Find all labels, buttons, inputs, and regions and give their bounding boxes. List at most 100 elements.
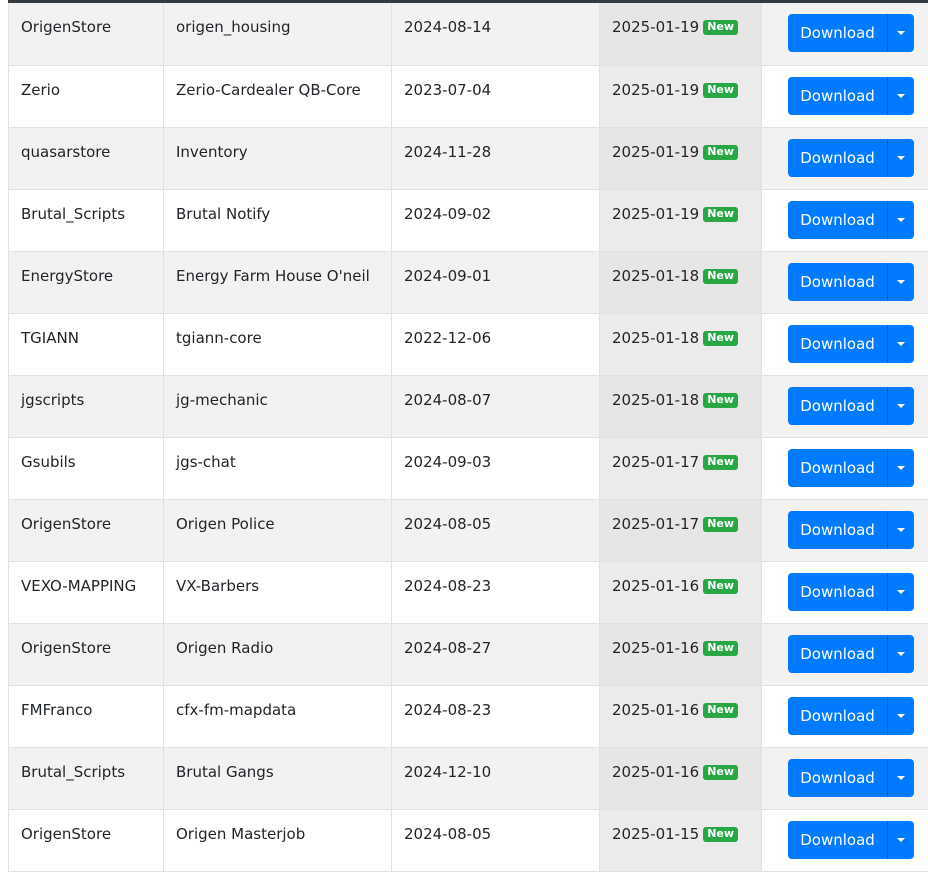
download-dropdown-toggle[interactable] — [887, 324, 914, 363]
script-name: origen_housing — [176, 18, 291, 36]
download-button[interactable]: Download — [788, 572, 887, 611]
scripts-table-container: OrigenStore origen_housing 2024-08-14 20… — [8, 0, 928, 872]
new-badge: New — [703, 764, 739, 780]
created-date: 2024-08-23 — [404, 576, 492, 595]
download-button[interactable]: Download — [788, 510, 887, 549]
updated-date-cell: 2025-01-19 New — [599, 65, 762, 128]
script-name: VX-Barbers — [176, 576, 260, 595]
table-row: OrigenStore origen_housing 2024-08-14 20… — [8, 3, 928, 66]
author-cell: Brutal_Scripts — [8, 189, 164, 252]
updated-date-cell: 2025-01-19 New — [599, 127, 762, 190]
download-button-group: Download — [788, 138, 914, 177]
download-button[interactable]: Download — [788, 448, 887, 487]
download-button[interactable]: Download — [788, 758, 887, 797]
updated-date-cell: 2025-01-16 New — [599, 623, 762, 686]
download-dropdown-toggle[interactable] — [887, 758, 914, 797]
download-button-group: Download — [788, 820, 914, 859]
download-button[interactable]: Download — [788, 634, 887, 673]
new-badge: New — [703, 144, 739, 160]
action-cell: Download — [761, 189, 928, 252]
download-button[interactable]: Download — [788, 696, 887, 735]
updated-date-cell: 2025-01-19 New — [599, 3, 762, 66]
author-cell: OrigenStore — [8, 3, 164, 66]
created-date-cell: 2024-08-23 — [391, 561, 600, 624]
download-dropdown-toggle[interactable] — [887, 820, 914, 859]
action-cell: Download — [761, 3, 928, 66]
new-badge: New — [703, 206, 739, 222]
table-row: quasarstore Inventory 2024-11-28 2025-01… — [8, 127, 928, 190]
script-name: Inventory — [176, 142, 248, 161]
author-name: OrigenStore — [21, 638, 112, 657]
updated-date: 2025-01-17 — [612, 514, 700, 533]
chevron-down-icon — [897, 651, 905, 656]
script-name-cell: Zerio-Cardealer QB-Core — [163, 65, 392, 128]
new-badge: New — [703, 578, 739, 594]
script-name: Origen Radio — [176, 638, 274, 657]
created-date: 2024-11-28 — [404, 142, 492, 161]
download-dropdown-toggle[interactable] — [887, 262, 914, 301]
script-name-cell: jgs-chat — [163, 437, 392, 500]
script-name: jg-mechanic — [176, 390, 268, 409]
table-row: Brutal_Scripts Brutal Gangs 2024-12-10 2… — [8, 747, 928, 810]
created-date: 2024-09-01 — [404, 266, 492, 285]
chevron-down-icon — [897, 837, 905, 842]
script-name: cfx-fm-mapdata — [176, 700, 297, 719]
download-button-group: Download — [788, 510, 914, 549]
download-dropdown-toggle[interactable] — [887, 634, 914, 673]
author-name: Brutal_Scripts — [21, 204, 126, 223]
author-name: OrigenStore — [21, 824, 112, 843]
download-button-group: Download — [788, 634, 914, 673]
author-cell: Zerio — [8, 65, 164, 128]
created-date: 2024-08-23 — [404, 700, 492, 719]
download-dropdown-toggle[interactable] — [887, 386, 914, 425]
download-dropdown-toggle[interactable] — [887, 200, 914, 239]
download-dropdown-toggle[interactable] — [887, 14, 914, 52]
new-badge: New — [703, 826, 739, 842]
table-row: EnergyStore Energy Farm House O'neil 202… — [8, 251, 928, 314]
download-button[interactable]: Download — [788, 262, 887, 301]
download-dropdown-toggle[interactable] — [887, 138, 914, 177]
table-row: OrigenStore Origen Masterjob 2024-08-05 … — [8, 809, 928, 872]
download-dropdown-toggle[interactable] — [887, 510, 914, 549]
download-dropdown-toggle[interactable] — [887, 76, 914, 115]
created-date-cell: 2024-12-10 — [391, 747, 600, 810]
download-button[interactable]: Download — [788, 200, 887, 239]
created-date: 2023-07-04 — [404, 80, 492, 99]
created-date-cell: 2024-11-28 — [391, 127, 600, 190]
author-cell: VEXO-MAPPING — [8, 561, 164, 624]
created-date-cell: 2024-09-02 — [391, 189, 600, 252]
author-cell: quasarstore — [8, 127, 164, 190]
author-name: FMFranco — [21, 700, 93, 719]
script-name-cell: cfx-fm-mapdata — [163, 685, 392, 748]
new-badge: New — [703, 516, 739, 532]
table-row: TGIANN tgiann-core 2022-12-06 2025-01-18… — [8, 313, 928, 376]
created-date: 2022-12-06 — [404, 328, 492, 347]
new-badge: New — [703, 702, 739, 718]
updated-date: 2025-01-19 — [612, 142, 700, 161]
created-date-cell: 2024-08-27 — [391, 623, 600, 686]
download-dropdown-toggle[interactable] — [887, 696, 914, 735]
action-cell: Download — [761, 561, 928, 624]
download-button[interactable]: Download — [788, 324, 887, 363]
download-button[interactable]: Download — [788, 76, 887, 115]
updated-date: 2025-01-19 — [612, 80, 700, 99]
chevron-down-icon — [897, 31, 905, 35]
created-date: 2024-08-05 — [404, 824, 492, 843]
download-button-group: Download — [788, 200, 914, 239]
download-dropdown-toggle[interactable] — [887, 448, 914, 487]
action-cell: Download — [761, 127, 928, 190]
action-cell: Download — [761, 65, 928, 128]
download-button-group: Download — [788, 386, 914, 425]
author-name: quasarstore — [21, 142, 111, 161]
download-button[interactable]: Download — [788, 820, 887, 859]
download-dropdown-toggle[interactable] — [887, 572, 914, 611]
chevron-down-icon — [897, 465, 905, 470]
author-name: TGIANN — [21, 328, 79, 347]
download-button[interactable]: Download — [788, 14, 887, 52]
download-button[interactable]: Download — [788, 386, 887, 425]
download-button[interactable]: Download — [788, 138, 887, 177]
updated-date-cell: 2025-01-18 New — [599, 313, 762, 376]
created-date-cell: 2024-08-07 — [391, 375, 600, 438]
created-date-cell: 2024-09-03 — [391, 437, 600, 500]
author-cell: OrigenStore — [8, 623, 164, 686]
